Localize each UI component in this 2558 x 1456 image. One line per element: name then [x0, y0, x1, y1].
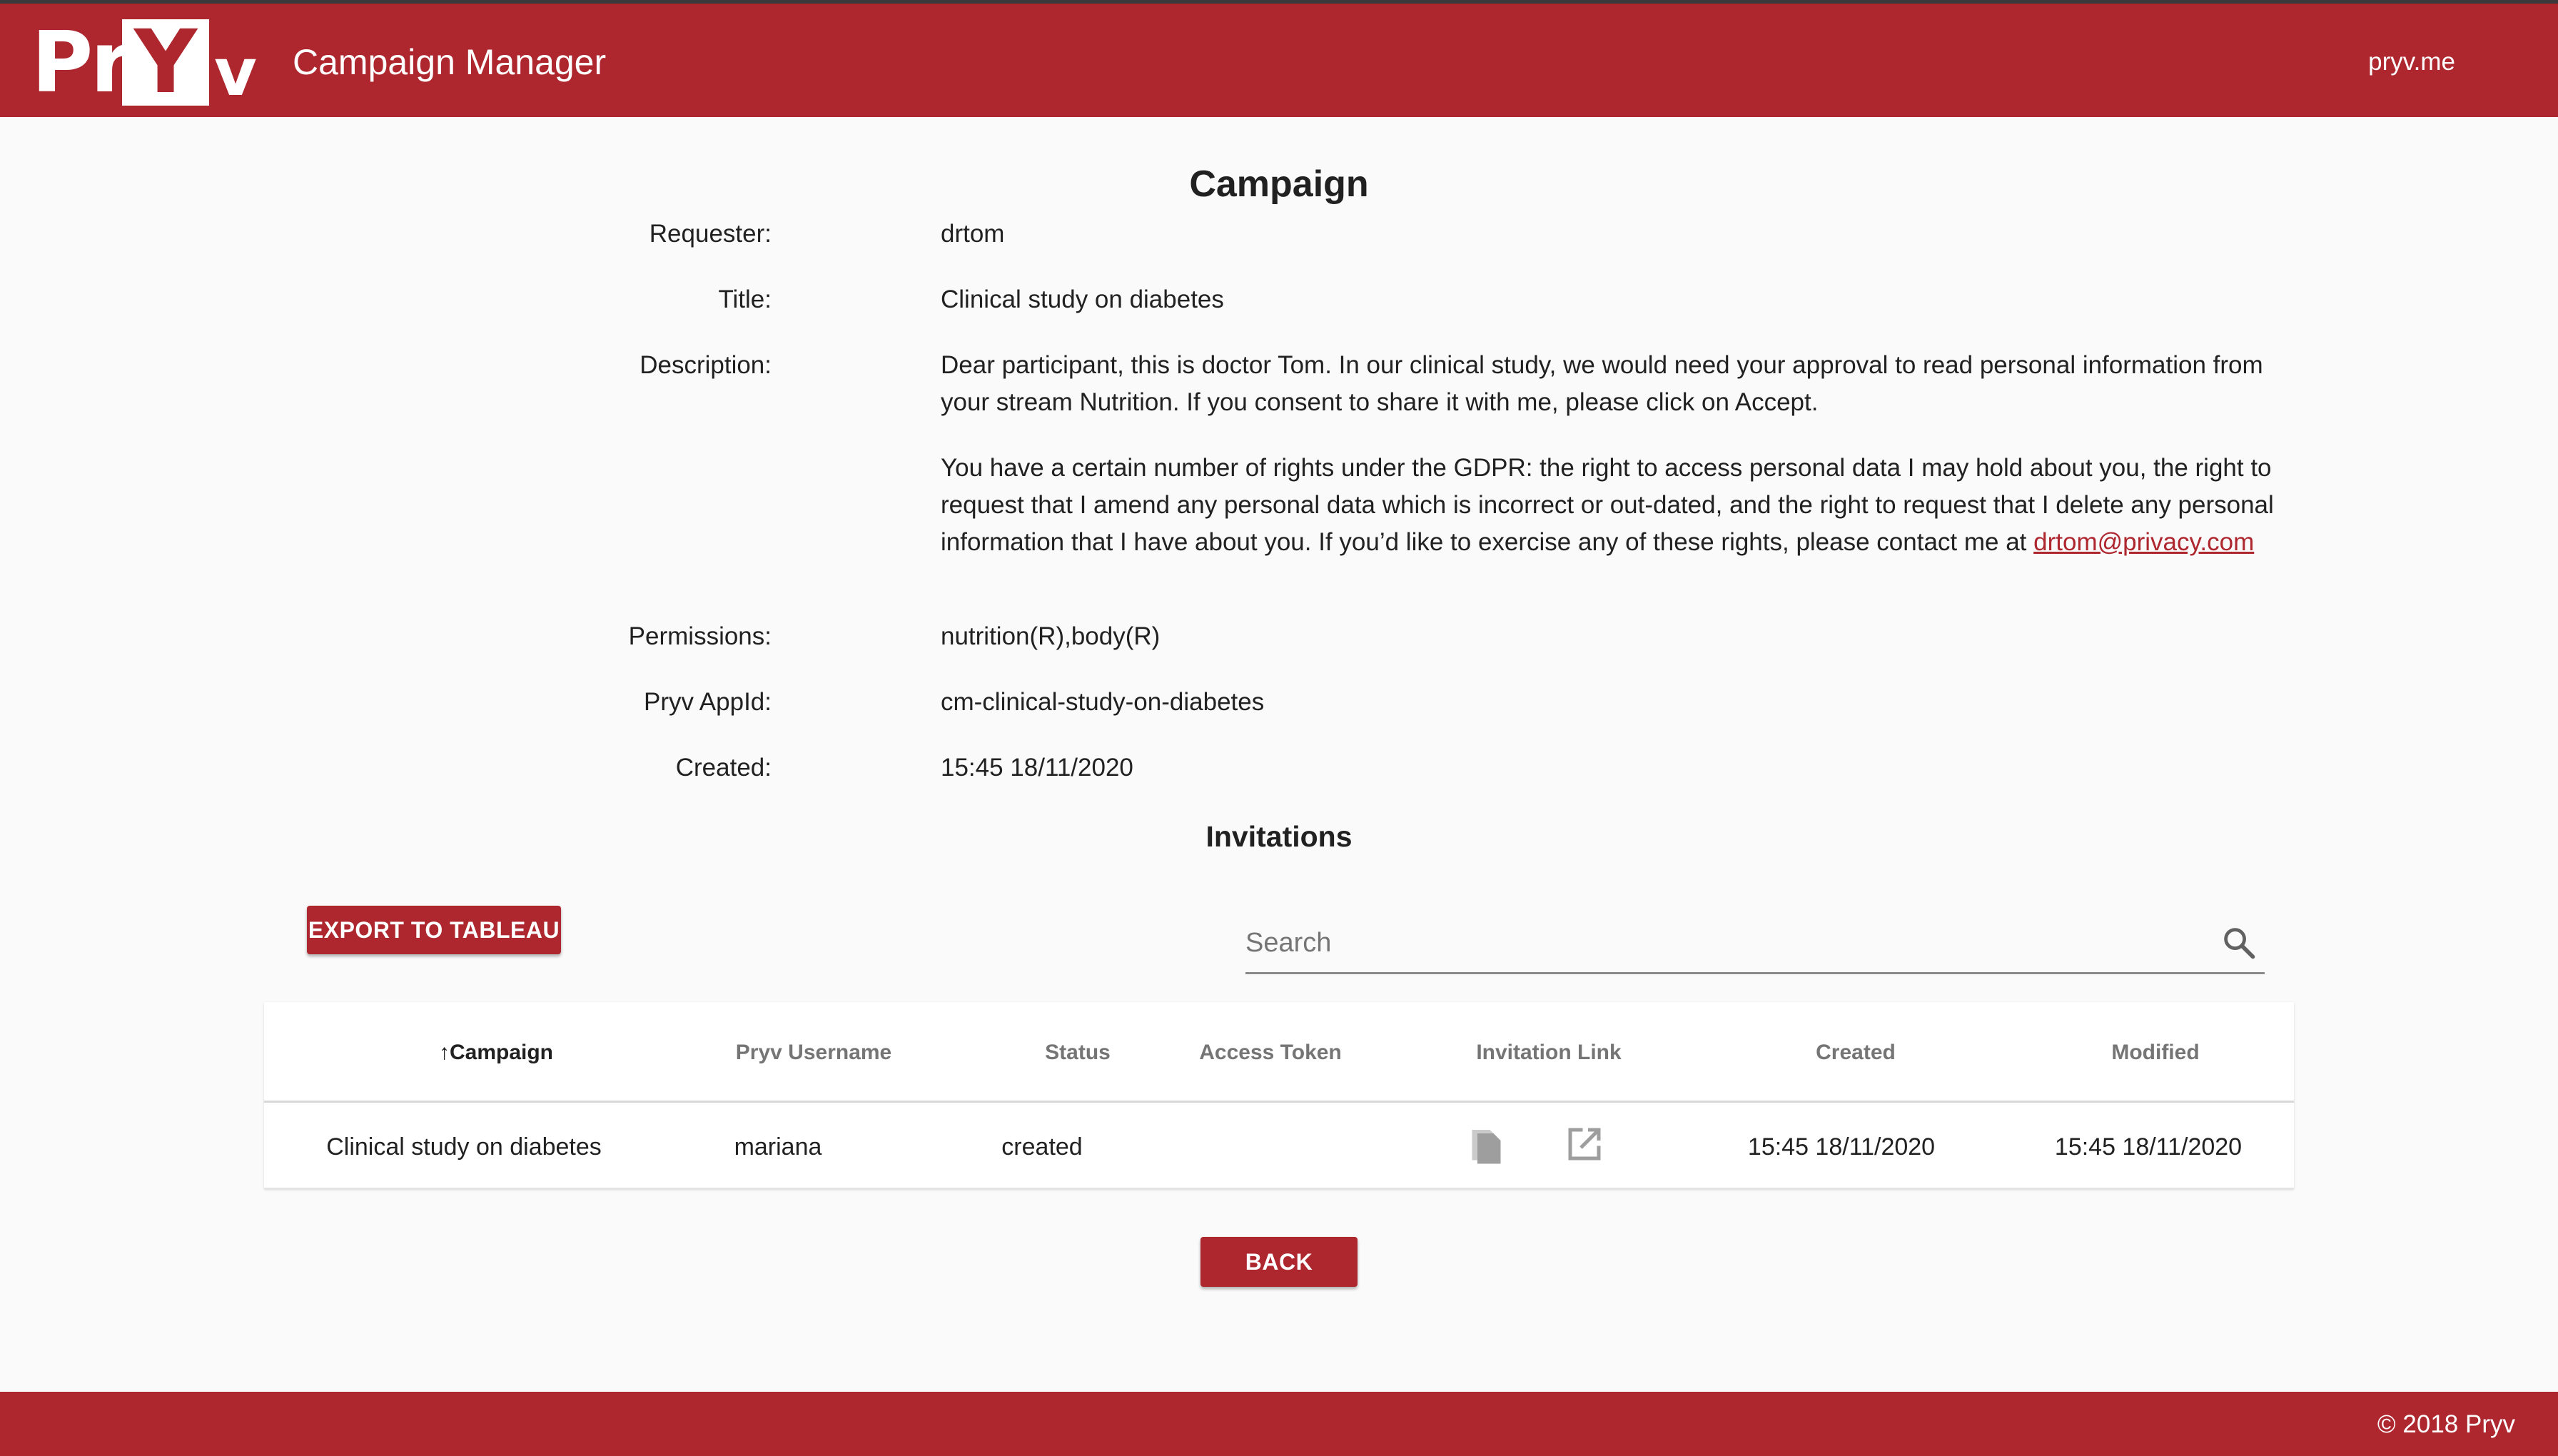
cell-username: mariana [734, 1133, 822, 1161]
cell-status: created [1001, 1133, 1083, 1161]
open-in-new-icon[interactable] [1563, 1122, 1606, 1166]
cell-campaign: Clinical study on diabetes [326, 1133, 602, 1161]
footer: © 2018 Pryv [0, 1392, 2558, 1456]
sort-ascending-icon: ↑ [438, 1041, 450, 1064]
search-icon[interactable] [2220, 924, 2258, 961]
column-header-created[interactable]: Created [1734, 1028, 1977, 1078]
permissions-label: Permissions: [628, 622, 772, 650]
copy-icon[interactable] [1463, 1122, 1506, 1166]
appid-label: Pryv AppId: [644, 688, 772, 716]
description-paragraph-1: Dear participant, this is doctor Tom. In… [941, 351, 2263, 416]
pryv-logo[interactable]: Pr Y v [31, 19, 260, 111]
contact-email-link[interactable]: drtom@privacy.com [2033, 528, 2254, 556]
page-title: Campaign [1189, 163, 1369, 205]
appid-value: cm-clinical-study-on-diabetes [941, 688, 1265, 716]
column-header-access-token[interactable]: Access Token [1149, 1028, 1392, 1078]
row-divider [264, 1188, 2294, 1189]
description-label: Description: [640, 351, 772, 379]
created-label: Created: [675, 754, 772, 782]
column-header-campaign[interactable]: ↑Campaign [371, 1028, 621, 1078]
search-input[interactable]: Search [1245, 917, 2265, 974]
requester-label: Requester: [649, 220, 772, 248]
title-label: Title: [718, 285, 772, 313]
copyright-text: © 2018 Pryv [2377, 1410, 2515, 1438]
invitations-title: Invitations [1205, 820, 1353, 853]
invitations-table: ↑Campaign Pryv Username Status Access To… [264, 1002, 2294, 1189]
app-title: Campaign Manager [293, 42, 607, 82]
description-paragraph-2: You have a certain number of rights unde… [941, 454, 2274, 556]
search-placeholder: Search [1245, 928, 1332, 958]
created-value: 15:45 18/11/2020 [941, 754, 1133, 782]
column-header-username[interactable]: Pryv Username [685, 1028, 942, 1078]
column-header-invitation-link[interactable]: Invitation Link [1413, 1028, 1684, 1078]
domain-link[interactable]: pryv.me [2368, 44, 2455, 81]
title-value: Clinical study on diabetes [941, 285, 1224, 313]
column-header-status[interactable]: Status [978, 1028, 1178, 1078]
description-value: Dear participant, this is doctor Tom. In… [941, 347, 2290, 590]
export-to-tableau-button[interactable]: EXPORT TO TABLEAU [307, 906, 561, 954]
column-header-modified[interactable]: Modified [2034, 1028, 2277, 1078]
header-divider [264, 1101, 2294, 1103]
permissions-value: nutrition(R),body(R) [941, 622, 1161, 650]
cell-created: 15:45 18/11/2020 [1747, 1133, 1936, 1161]
top-app-bar: Pr Y v Campaign Manager pryv.me [0, 0, 2558, 117]
cell-modified: 15:45 18/11/2020 [2054, 1133, 2243, 1161]
back-button[interactable]: BACK [1200, 1237, 1358, 1287]
requester-value: drtom [941, 220, 1005, 248]
